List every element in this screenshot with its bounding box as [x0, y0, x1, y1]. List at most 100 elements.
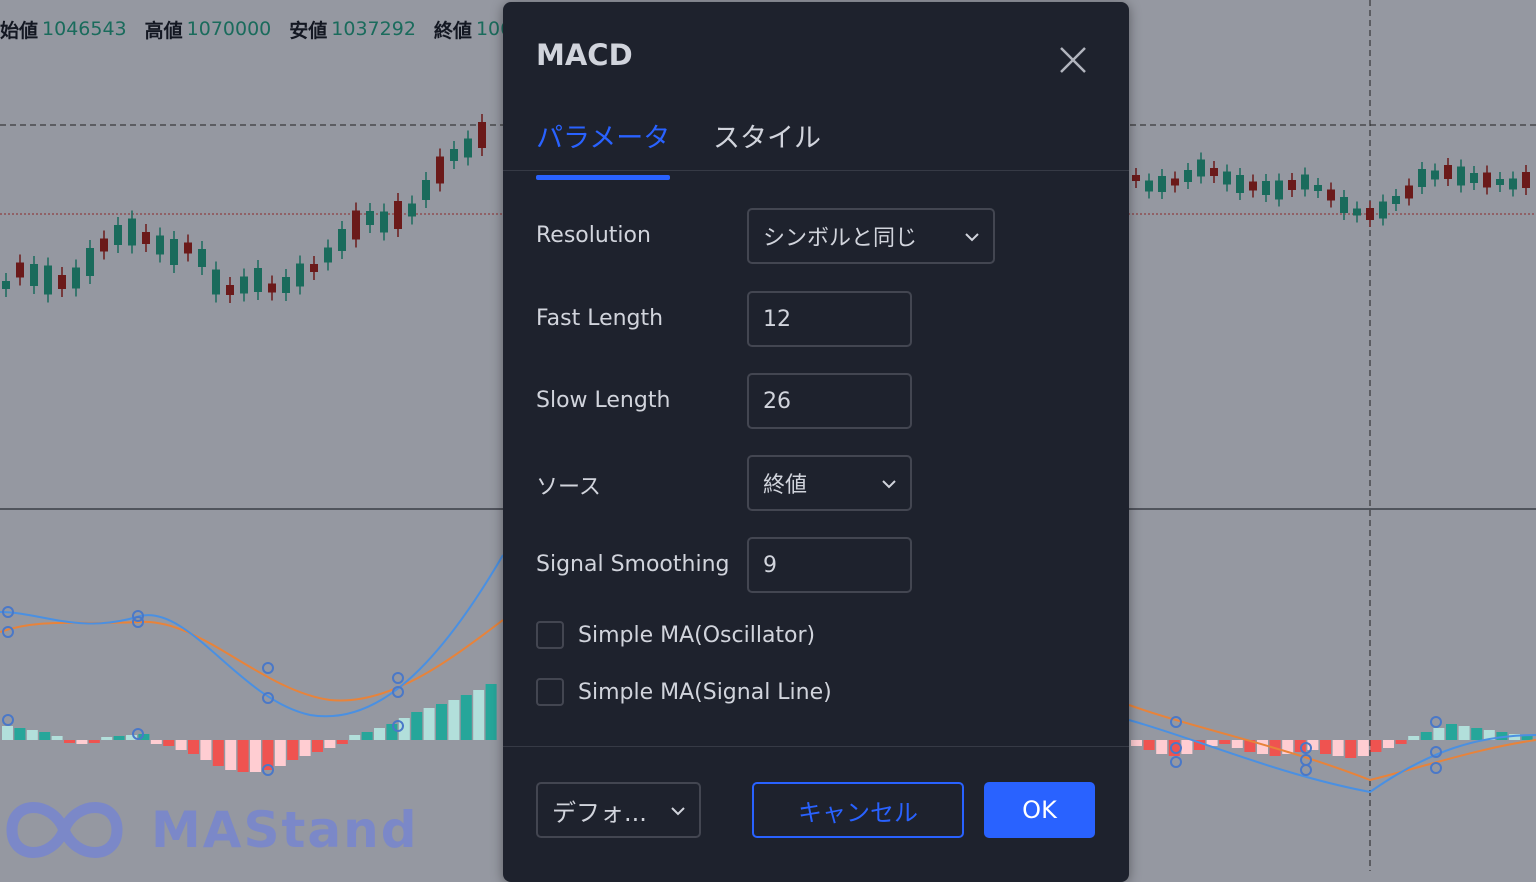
signal-smoothing-field[interactable] — [763, 552, 896, 578]
histogram-bar — [386, 724, 398, 740]
candle-body — [30, 264, 38, 286]
candle-body — [1288, 180, 1296, 190]
histogram-bar — [225, 740, 237, 770]
candle-body — [184, 242, 192, 254]
candle-body — [436, 156, 444, 184]
source-value: 終値 — [763, 473, 808, 498]
watermark-text: MAStand — [151, 801, 419, 859]
histogram-bar — [1458, 726, 1470, 740]
slow-length-field[interactable] — [763, 388, 896, 414]
histogram-bar — [1395, 740, 1407, 744]
source-select[interactable]: 終値 — [747, 455, 912, 511]
histogram-bar — [374, 728, 385, 740]
tab-style[interactable]: スタイル — [713, 116, 821, 170]
simple-ma-signal-line-option[interactable]: Simple MA(Signal Line) — [536, 676, 832, 708]
candle-body — [1353, 208, 1361, 216]
histogram-bar — [1181, 740, 1193, 754]
candle-body — [1249, 181, 1257, 191]
histogram-bar — [274, 740, 286, 766]
candle-body — [240, 276, 248, 294]
candle-body — [254, 268, 262, 292]
candle-body — [268, 283, 276, 293]
histogram-bar — [200, 740, 212, 760]
simple-ma-oscillator-checkbox[interactable] — [536, 621, 564, 649]
histogram-bar — [1471, 728, 1483, 740]
source-label: ソース — [536, 475, 601, 500]
fast-length-field[interactable] — [763, 306, 896, 332]
histogram-bar — [460, 695, 472, 740]
candle-body — [226, 285, 234, 295]
candle-body — [1522, 172, 1530, 188]
slow-length-input[interactable] — [747, 373, 912, 429]
histogram-bar — [423, 708, 435, 740]
low-value: 1037292 — [331, 18, 416, 40]
fast-length-input[interactable] — [747, 291, 912, 347]
candle-body — [1444, 165, 1452, 179]
histogram-bar — [1433, 728, 1445, 740]
resolution-value: シンボルと同じ — [763, 226, 918, 251]
histogram-bar — [1446, 724, 1457, 740]
histogram-bar — [336, 740, 348, 744]
candle-body — [1275, 180, 1283, 200]
histogram-bar — [287, 740, 299, 760]
candle-body — [1392, 196, 1400, 204]
high-value: 1070000 — [186, 18, 272, 40]
chevron-down-icon — [965, 233, 979, 242]
candle-body — [450, 149, 458, 161]
histogram-bar — [1370, 740, 1382, 752]
histogram-bar — [312, 740, 323, 752]
histogram-bar — [88, 740, 100, 743]
histogram-bar — [14, 728, 26, 740]
candle-body — [114, 225, 122, 245]
histogram-bar — [113, 736, 125, 740]
footer-divider — [503, 746, 1129, 747]
tab-parameters[interactable]: パラメータ — [536, 116, 671, 180]
histogram-bar — [1345, 740, 1357, 758]
candle-body — [1483, 172, 1491, 188]
histogram-bar — [1521, 736, 1533, 740]
candle-body — [1327, 189, 1335, 201]
open-value: 1046543 — [42, 18, 127, 40]
candle-body — [338, 229, 346, 251]
histogram-bar — [2, 726, 13, 740]
histogram-bar — [51, 736, 63, 740]
candle-body — [1210, 168, 1218, 176]
fast-length-label: Fast Length — [536, 306, 664, 331]
simple-ma-oscillator-option[interactable]: Simple MA(Oscillator) — [536, 619, 815, 651]
cancel-button[interactable]: キャンセル — [752, 782, 964, 838]
candle-body — [100, 238, 108, 252]
candle-body — [296, 263, 304, 287]
histogram-bar — [361, 732, 373, 740]
candle-body — [1431, 170, 1439, 180]
low-label: 安値 — [289, 19, 328, 42]
candle-body — [464, 138, 472, 158]
histogram-bar — [324, 740, 336, 748]
ok-button[interactable]: OK — [984, 782, 1095, 838]
ohlc-legend: 始値 1046543 高値 1070000 安値 1037292 終値 1066… — [0, 14, 575, 44]
candle-body — [156, 235, 164, 255]
tab-bar: パラメータ スタイル — [503, 110, 1129, 180]
candle-body — [408, 203, 416, 217]
candle-body — [1197, 159, 1205, 177]
defaults-dropdown-button[interactable]: デフォ... — [536, 782, 701, 838]
candle-body — [366, 211, 374, 225]
close-icon[interactable] — [1053, 40, 1093, 80]
candle-body — [1158, 176, 1166, 192]
macd-settings-dialog: MACD パラメータ スタイル Resolution シンボルと同じ Fast … — [503, 2, 1129, 882]
candle-body — [352, 210, 360, 240]
simple-ma-signal-line-checkbox[interactable] — [536, 678, 564, 706]
histogram-bar — [1143, 740, 1155, 750]
candle-body — [478, 122, 486, 148]
high-label: 高値 — [144, 19, 183, 42]
histogram-bar — [411, 712, 423, 740]
candle-body — [1236, 175, 1244, 193]
signal-smoothing-input[interactable] — [747, 537, 912, 593]
resolution-select[interactable]: シンボルと同じ — [747, 208, 995, 264]
infinity-logo-icon — [6, 802, 123, 858]
signal-smoothing-label: Signal Smoothing — [536, 552, 730, 577]
candle-body — [422, 180, 430, 200]
resolution-label: Resolution — [536, 223, 651, 248]
dialog-title: MACD — [536, 38, 633, 72]
watermark: MAStand — [2, 790, 419, 870]
candle-body — [170, 239, 178, 265]
